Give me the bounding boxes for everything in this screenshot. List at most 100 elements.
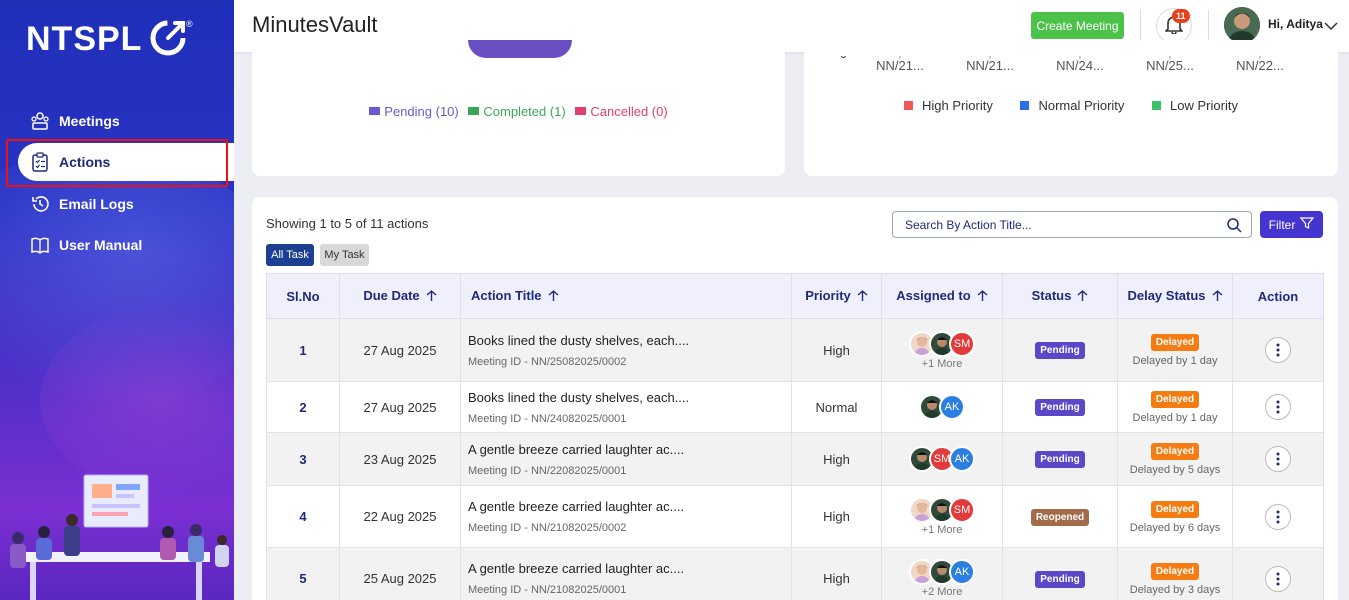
cell-due-date: 22 Aug 2025 (339, 485, 461, 548)
assignee-avatars: SM (882, 497, 1002, 523)
legend-swatch (1152, 101, 1162, 110)
legend-low-priority[interactable]: Low Priority (1152, 98, 1238, 113)
avatar[interactable]: AK (939, 394, 965, 420)
assignee-avatars: AK (882, 559, 1002, 585)
table-row[interactable]: 5 25 Aug 2025 A gentle breeze carried la… (266, 547, 1324, 600)
more-options-icon[interactable] (1265, 337, 1291, 363)
cell-priority: Normal (791, 381, 882, 433)
avatar[interactable]: AK (949, 559, 975, 585)
assignee-avatars: SM (882, 330, 1002, 357)
sort-arrow-icon (857, 289, 868, 305)
sidebar-item-user-manual[interactable]: User Manual (0, 224, 234, 265)
sort-arrow-icon (426, 289, 437, 305)
tab-all-task[interactable]: All Task (266, 244, 314, 266)
more-assignees-link[interactable]: +1 More (882, 358, 1002, 370)
sidebar-item-email-logs[interactable]: Email Logs (0, 183, 234, 224)
legend-cancelled[interactable]: Cancelled (0) (575, 104, 668, 119)
more-options-icon[interactable] (1265, 503, 1291, 530)
cell-priority: High (791, 547, 882, 600)
x-tick-label: NN/21... (966, 58, 1014, 73)
table-row[interactable]: 3 23 Aug 2025 A gentle breeze carried la… (266, 432, 1324, 486)
sidebar-nav: Meetings Actions Email Logs User Manual (0, 100, 234, 265)
cell-assigned-to[interactable]: SM AK (881, 432, 1003, 486)
legend-swatch (904, 101, 914, 110)
search-box (892, 211, 1252, 238)
bar-chart-axis: 0 NN/21... NN/21... NN/24... NN/25... NN… (840, 56, 1284, 73)
action-title: Books lined the dusty shelves, each.... (468, 389, 690, 405)
legend-high-priority[interactable]: High Priority (904, 98, 993, 113)
search-icon[interactable] (1226, 217, 1242, 238)
more-assignees-link[interactable]: +2 More (882, 586, 1002, 598)
app-title: MinutesVault (252, 12, 378, 37)
x-tick-label: NN/24... (1056, 58, 1104, 73)
column-header-assigned-to[interactable]: Assigned to (881, 273, 1003, 319)
sidebar: NTSPL ® Meetings Actions Email Logs User… (0, 0, 234, 600)
cell-action-title[interactable]: A gentle breeze carried laughter ac.... … (460, 547, 792, 600)
cell-action-title[interactable]: A gentle breeze carried laughter ac.... … (460, 432, 792, 486)
more-assignees-link[interactable]: +1 More (882, 524, 1002, 536)
legend-swatch (575, 107, 587, 115)
sort-arrow-icon (548, 289, 559, 305)
more-options-icon[interactable] (1265, 394, 1291, 420)
more-options-icon[interactable] (1265, 565, 1291, 592)
create-meeting-button[interactable]: Create Meeting (1031, 12, 1124, 39)
delay-badge: Delayed (1150, 443, 1200, 460)
table-row[interactable]: 2 27 Aug 2025 Books lined the dusty shel… (266, 381, 1324, 433)
delay-text: Delayed by 1 day (1132, 412, 1218, 424)
cell-assigned-to[interactable]: SM +1 More (881, 318, 1003, 382)
brand-mark-icon: ® (148, 18, 194, 61)
legend-label: Normal Priority (1038, 98, 1125, 113)
sort-arrow-icon (1212, 289, 1223, 305)
cell-assigned-to[interactable]: SM +1 More (881, 485, 1003, 548)
user-avatar[interactable] (1224, 7, 1260, 43)
search-input[interactable] (893, 212, 1213, 237)
legend-normal-priority[interactable]: Normal Priority (1020, 98, 1124, 113)
filter-button[interactable]: Filter (1260, 211, 1323, 238)
cell-action (1232, 547, 1324, 600)
legend-pending[interactable]: Pending (10) (369, 104, 459, 119)
sidebar-item-label: Email Logs (59, 195, 134, 212)
status-badge: Pending (1035, 451, 1085, 468)
user-greeting[interactable]: Hi, Aditya (1268, 17, 1323, 31)
avatar[interactable]: SM (949, 330, 975, 357)
filter-label: Filter (1268, 217, 1296, 232)
cell-action-title[interactable]: Books lined the dusty shelves, each.... … (460, 381, 792, 433)
status-badge: Reopened (1030, 508, 1090, 526)
column-header-priority[interactable]: Priority (791, 273, 882, 319)
sidebar-item-meetings[interactable]: Meetings (0, 100, 234, 141)
table-row[interactable]: 4 22 Aug 2025 A gentle breeze carried la… (266, 485, 1324, 548)
cell-sl-no: 4 (266, 485, 340, 548)
column-header-due-date[interactable]: Due Date (339, 273, 461, 319)
avatar[interactable]: SM (949, 497, 975, 523)
sidebar-item-label: User Manual (59, 236, 143, 253)
delay-text: Delayed by 1 day (1132, 355, 1218, 367)
cell-action (1232, 485, 1324, 548)
status-pie-card: Pending (10) Completed (1) Cancelled (0) (252, 40, 785, 176)
cell-sl-no: 1 (266, 318, 340, 382)
filter-icon (1300, 216, 1315, 233)
cell-action-title[interactable]: Books lined the dusty shelves, each.... … (460, 318, 792, 382)
cell-sl-no: 2 (266, 381, 340, 433)
column-header-delay-status[interactable]: Delay Status (1117, 273, 1233, 319)
cell-assigned-to[interactable]: AK (881, 381, 1003, 433)
brand-logo[interactable]: NTSPL ® (26, 18, 194, 61)
cell-action-title[interactable]: A gentle breeze carried laughter ac.... … (460, 485, 792, 548)
meeting-id: Meeting ID - NN/25082025/0002 (468, 355, 627, 368)
sidebar-item-actions[interactable]: Actions (18, 143, 234, 181)
delay-text: Delayed by 6 days (1129, 521, 1221, 534)
meeting-id: Meeting ID - NN/21082025/0001 (468, 584, 627, 596)
table-row[interactable]: 1 27 Aug 2025 Books lined the dusty shel… (266, 318, 1324, 382)
cell-priority: High (791, 432, 882, 486)
legend-label: High Priority (922, 98, 993, 113)
column-header-action-title[interactable]: Action Title (460, 273, 792, 319)
pie-chart-pending-slice[interactable] (468, 40, 572, 58)
cell-assigned-to[interactable]: AK +2 More (881, 547, 1003, 600)
tab-my-task[interactable]: My Task (320, 244, 369, 266)
chevron-down-icon[interactable] (1324, 18, 1338, 36)
column-header-status[interactable]: Status (1002, 273, 1118, 319)
legend-completed[interactable]: Completed (1) (468, 104, 566, 119)
more-options-icon[interactable] (1265, 446, 1291, 472)
meeting-id: Meeting ID - NN/21082025/0002 (468, 522, 627, 534)
assignee-avatars: AK (882, 394, 1002, 420)
avatar[interactable]: AK (949, 446, 975, 472)
